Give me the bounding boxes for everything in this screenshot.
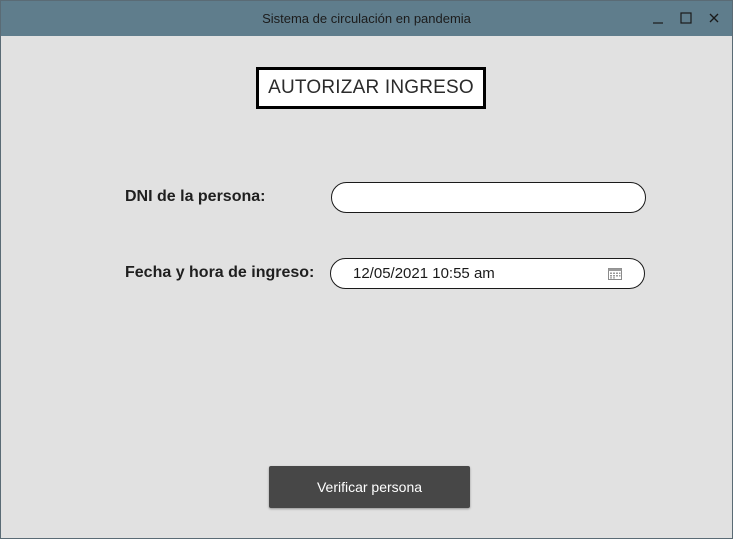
window-title: Sistema de circulación en pandemia [262,11,471,26]
close-button[interactable] [703,7,725,29]
minimize-icon [653,22,663,24]
dni-label: DNI de la persona: [125,188,266,205]
fecha-datetime-field[interactable]: 12/05/2021 10:55 am [330,258,645,289]
verify-person-button[interactable]: Verificar persona [269,466,470,508]
app-window: Sistema de circulación en pandemia AUTOR… [0,0,733,539]
page-title: AUTORIZAR INGRESO [256,67,486,109]
minimize-button[interactable] [647,7,669,29]
maximize-button[interactable] [675,7,697,29]
calendar-icon[interactable] [608,267,622,280]
close-icon [709,13,719,23]
fecha-value: 12/05/2021 10:55 am [353,265,495,282]
maximize-icon [680,12,692,24]
title-bar[interactable]: Sistema de circulación en pandemia [1,1,732,36]
fecha-label: Fecha y hora de ingreso: [125,264,315,281]
dni-input[interactable] [331,182,646,213]
